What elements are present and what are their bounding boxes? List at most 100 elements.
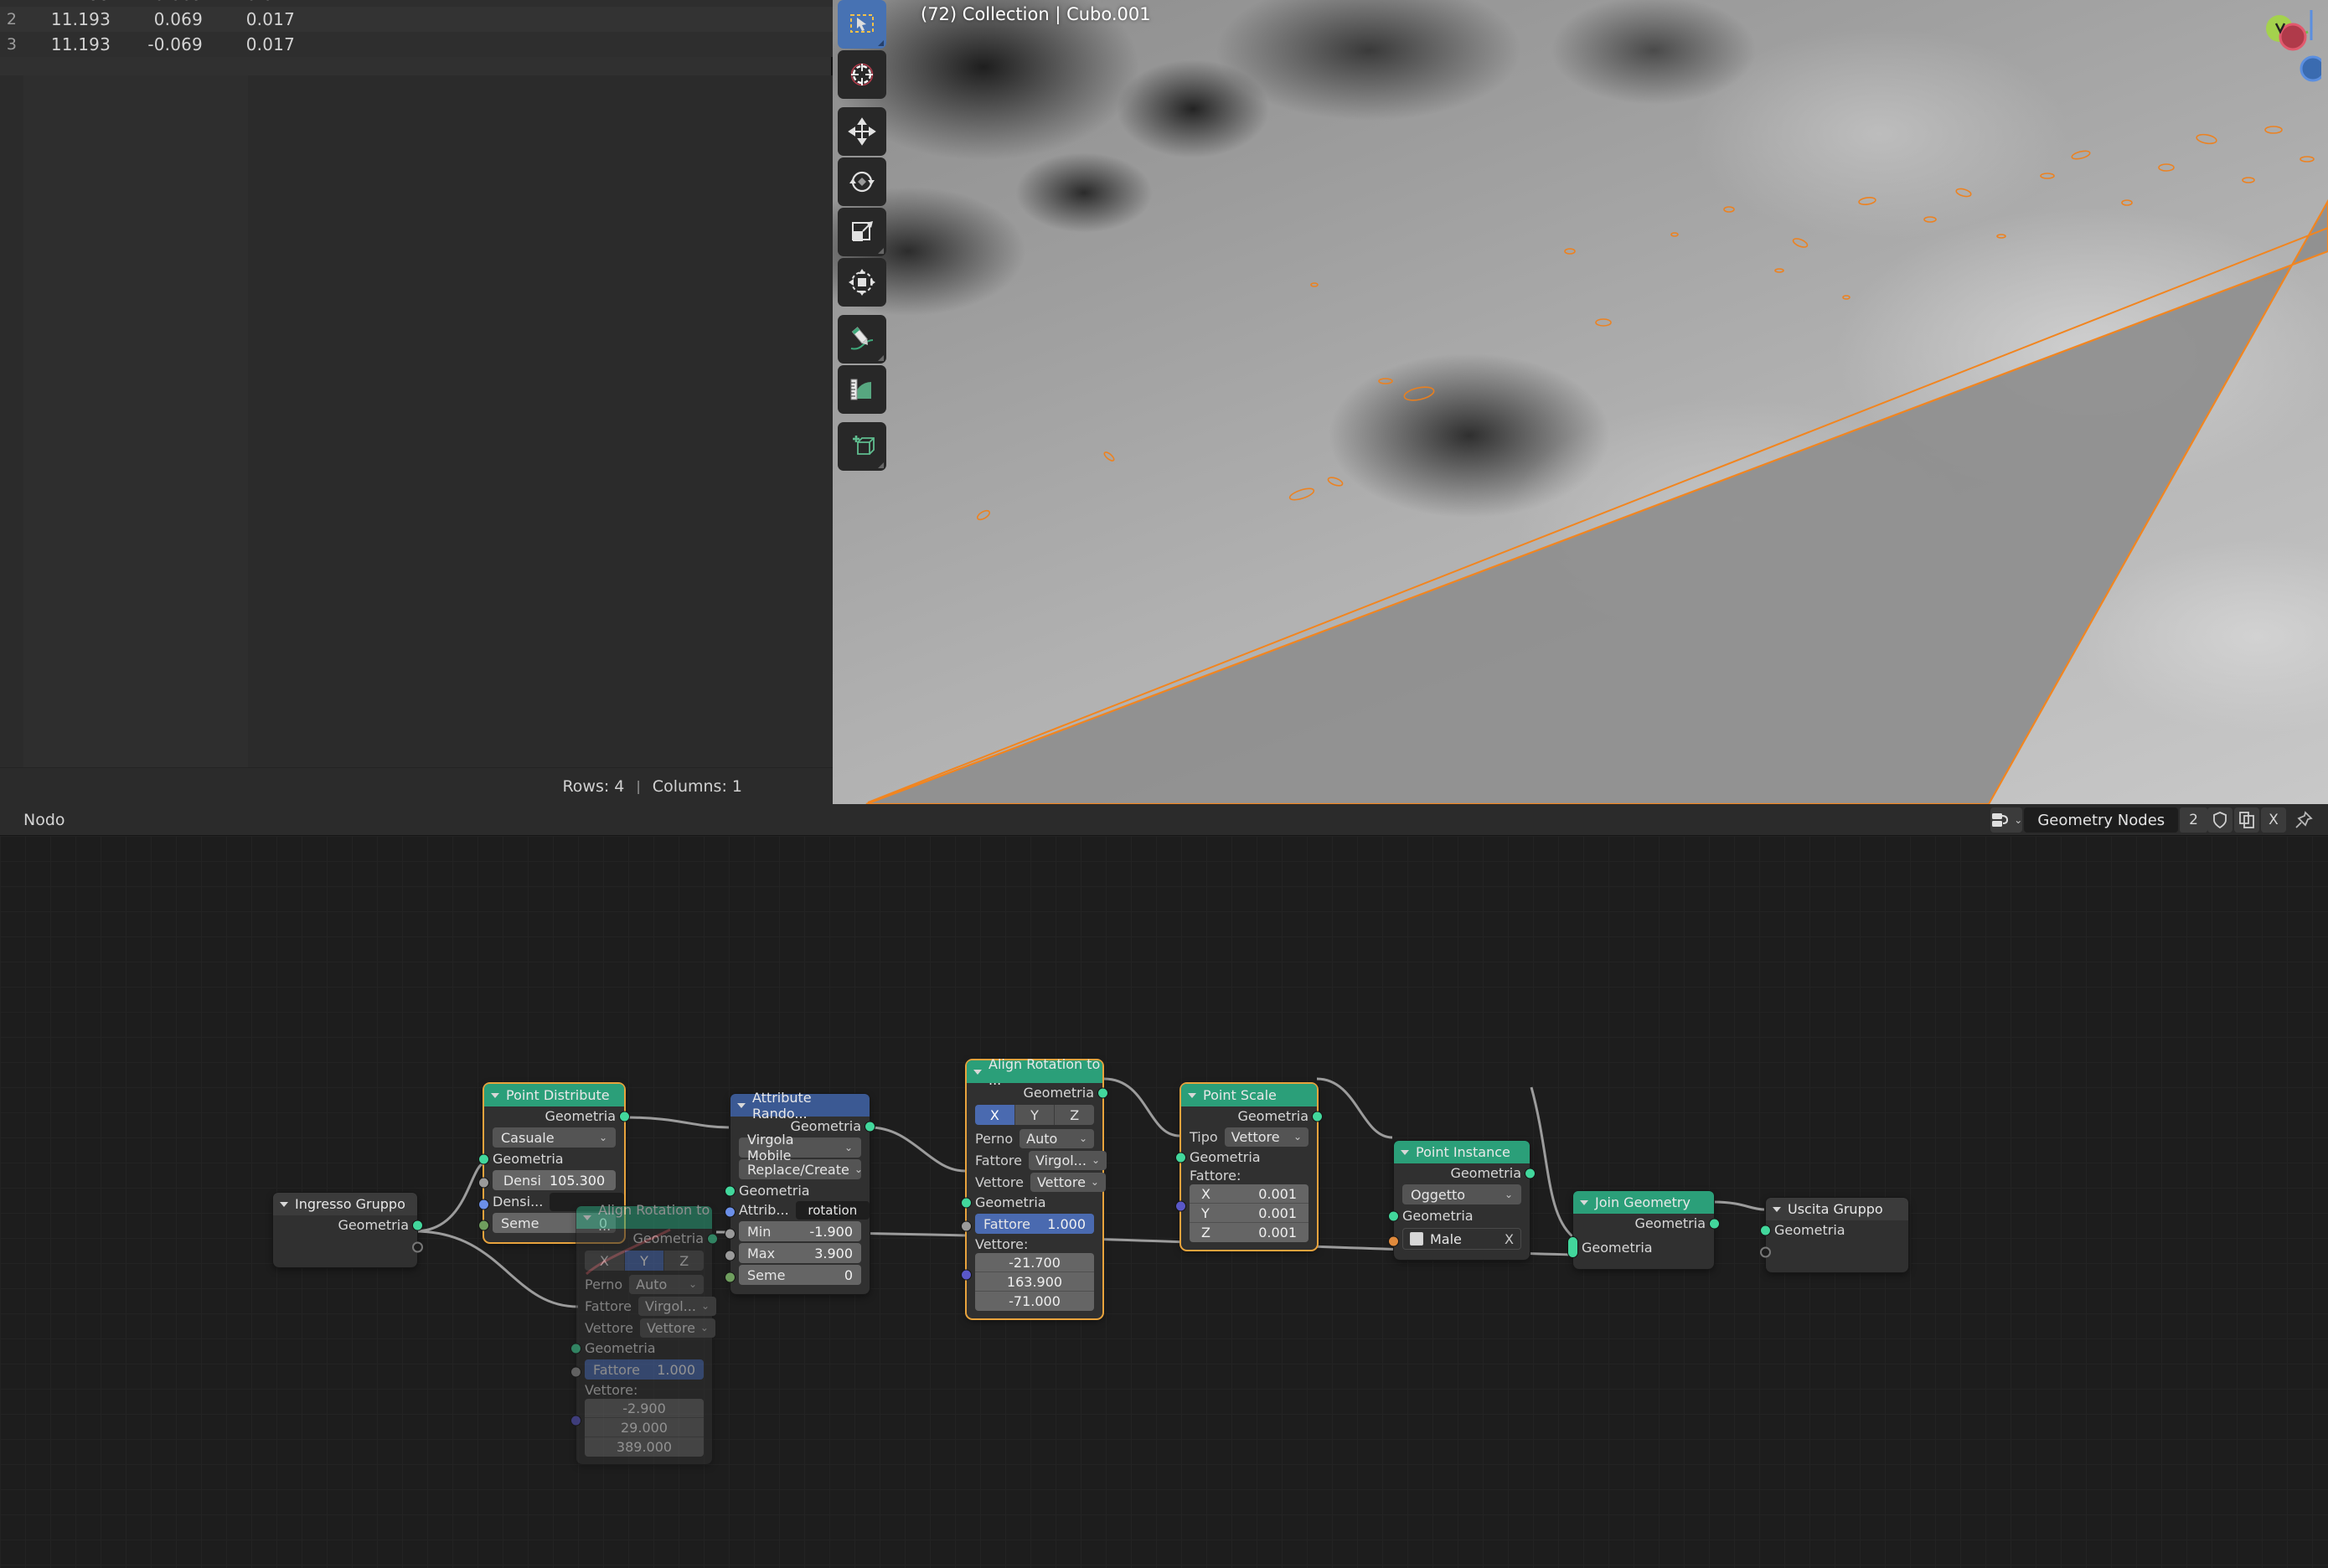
factor-mode-row[interactable]: Fattore Virgol... ⌄	[967, 1149, 1107, 1171]
users-count[interactable]: 2	[2180, 807, 2207, 833]
node-header[interactable]: Align Rotation to ...	[576, 1202, 712, 1234]
socket-max-in[interactable]	[725, 1250, 736, 1261]
node-output-geometry[interactable]: Geometria	[967, 1083, 1108, 1102]
factor-mode-dropdown[interactable]: Virgol... ⌄	[1028, 1150, 1107, 1170]
node-editor[interactable]: Nodo ⌄ Geometry Nodes 2 X Ingresso Grupp…	[0, 804, 2328, 1568]
node-input-geometry[interactable]: Geometria	[725, 1181, 870, 1200]
node-input-geometry[interactable]: Geometria	[961, 1193, 1102, 1212]
axis-x-toggle[interactable]: X	[585, 1251, 625, 1271]
vector-fields[interactable]: -2.900 29.000 389.000	[585, 1399, 704, 1457]
vector-y-field[interactable]: 29.000	[585, 1418, 704, 1437]
collapse-triangle-icon[interactable]	[1401, 1149, 1409, 1155]
type-row[interactable]: Tipo Vettore ⌄	[1181, 1126, 1317, 1148]
data-type-dropdown[interactable]: Virgola Mobile ⌄	[739, 1132, 861, 1163]
add-cube-tool[interactable]	[838, 422, 886, 471]
unlink-datablock-button[interactable]: X	[2261, 807, 2286, 833]
factor-mode-row[interactable]: Fattore Virgol... ⌄	[576, 1295, 716, 1317]
collapse-triangle-icon[interactable]	[1188, 1092, 1196, 1098]
node-input-geometry[interactable]: Geometria	[570, 1338, 712, 1358]
socket-geometry-in[interactable]	[1760, 1225, 1771, 1235]
socket-factor-in[interactable]	[570, 1366, 581, 1378]
measure-tool[interactable]	[838, 365, 886, 414]
node-header[interactable]: Ingresso Gruppo	[273, 1193, 417, 1215]
collapse-triangle-icon[interactable]	[737, 1102, 746, 1108]
axis-y-toggle[interactable]: Y	[624, 1251, 665, 1271]
collapse-triangle-icon[interactable]	[1773, 1206, 1781, 1212]
factor-x-field[interactable]: X 0.001	[1190, 1184, 1309, 1204]
table-row[interactable]: 2 11.193 0.069 0.017	[0, 7, 833, 32]
socket-density-in[interactable]	[478, 1177, 489, 1189]
socket-seed-in[interactable]	[725, 1271, 736, 1283]
type-dropdown[interactable]: Vettore ⌄	[1224, 1127, 1309, 1147]
table-row[interactable]: 3 11.193 -0.069 0.017	[0, 32, 833, 57]
seed-field[interactable]: Seme 0	[739, 1265, 861, 1285]
node-header[interactable]: Attribute Rando...	[730, 1090, 870, 1122]
transform-tool[interactable]	[838, 258, 886, 307]
node-header[interactable]: Point Scale	[1181, 1084, 1317, 1106]
pivot-dropdown[interactable]: Auto ⌄	[1019, 1128, 1094, 1148]
datablock-field[interactable]: Geometry Nodes	[2024, 807, 2179, 833]
vector-fields[interactable]: -21.700 163.900 -71.000	[975, 1253, 1094, 1311]
socket-geometry-in[interactable]	[725, 1185, 736, 1196]
socket-geometry-out[interactable]	[1709, 1218, 1720, 1229]
socket-vector-in[interactable]	[570, 1415, 581, 1426]
vector-x-field[interactable]: -21.700	[975, 1253, 1094, 1272]
menu-nodo[interactable]: Nodo	[23, 811, 65, 829]
scale-tool[interactable]	[838, 208, 886, 256]
socket-geometry-in[interactable]	[478, 1153, 489, 1164]
socket-geometry-out[interactable]	[865, 1121, 875, 1132]
node-join-geometry[interactable]: Join Geometry Geometria Geometria	[1567, 1191, 1720, 1269]
node-output-virtual[interactable]	[273, 1235, 423, 1260]
node-input-geometry-multi[interactable]: Geometria	[1567, 1233, 1714, 1261]
node-input-virtual[interactable]	[1760, 1240, 1908, 1265]
collapse-triangle-icon[interactable]	[280, 1201, 288, 1207]
node-input-geometry[interactable]: Geometria	[1175, 1148, 1317, 1167]
collapse-triangle-icon[interactable]	[973, 1069, 982, 1075]
socket-geometry-out[interactable]	[412, 1220, 423, 1230]
new-datablock-button[interactable]	[2234, 807, 2259, 833]
viewport-toolbar[interactable]	[838, 0, 890, 479]
node-output-geometry[interactable]: Geometria	[273, 1215, 423, 1235]
table-row[interactable]: 1 -11.193 -0.069 0.017	[0, 0, 833, 7]
vector-mode-row[interactable]: Vettore Vettore ⌄	[576, 1317, 715, 1338]
operation-dropdown[interactable]: Replace/Create ⌄	[739, 1159, 863, 1179]
socket-object-in[interactable]	[1388, 1235, 1399, 1247]
socket-seed-in[interactable]	[478, 1220, 489, 1231]
node-point-scale[interactable]: Point Scale Geometria Tipo Vettore ⌄ Geo…	[1175, 1084, 1323, 1250]
object-field[interactable]: Male X	[1402, 1228, 1521, 1250]
socket-virtual-out[interactable]	[412, 1241, 423, 1253]
node-output-geometry[interactable]: Geometria	[1394, 1163, 1536, 1183]
node-ingresso-gruppo[interactable]: Ingresso Gruppo Geometria	[273, 1193, 423, 1267]
node-input-geometry[interactable]: Geometria	[1388, 1206, 1530, 1225]
vector-x-field[interactable]: -2.900	[585, 1399, 704, 1418]
socket-geometry-out[interactable]	[1525, 1168, 1536, 1179]
node-header[interactable]: Point Instance	[1394, 1141, 1530, 1163]
node-output-geometry[interactable]: Geometria	[1181, 1106, 1323, 1126]
socket-geometry-out[interactable]	[1312, 1111, 1323, 1122]
cursor-tool[interactable]	[838, 50, 886, 99]
node-canvas[interactable]: Ingresso Gruppo Geometria Point Distribu…	[0, 836, 2328, 1568]
vector-mode-dropdown[interactable]: Vettore ⌄	[1030, 1172, 1106, 1192]
node-input-geometry[interactable]: Geometria	[478, 1149, 624, 1168]
node-output-geometry[interactable]: Geometria	[484, 1106, 630, 1126]
factor-vector-fields[interactable]: X 0.001 Y 0.001 Z 0.001	[1190, 1184, 1309, 1242]
socket-factor-in[interactable]	[961, 1220, 972, 1232]
vector-mode-dropdown[interactable]: Vettore ⌄	[639, 1318, 715, 1338]
node-attribute-randomize[interactable]: Attribute Rando... Geometria Virgola Mob…	[725, 1090, 875, 1294]
pivot-row[interactable]: Perno Auto ⌄	[576, 1273, 712, 1295]
min-field[interactable]: Min -1.900	[739, 1221, 861, 1241]
instance-source-dropdown[interactable]: Oggetto ⌄	[1402, 1184, 1521, 1204]
vector-z-field[interactable]: -71.000	[975, 1292, 1094, 1311]
socket-vector-in[interactable]	[961, 1269, 972, 1281]
axis-y-toggle[interactable]: Y	[1014, 1105, 1056, 1125]
socket-geometry-in[interactable]	[961, 1197, 972, 1208]
node-header[interactable]: Uscita Gruppo	[1766, 1198, 1908, 1220]
axis-toggle-group[interactable]: X Y Z	[975, 1105, 1094, 1125]
socket-geometry-in[interactable]	[1388, 1210, 1399, 1221]
select-box-tool[interactable]	[838, 0, 886, 49]
fake-user-button[interactable]	[2207, 807, 2233, 833]
factor-mode-dropdown[interactable]: Virgol... ⌄	[637, 1296, 716, 1316]
collapse-triangle-icon[interactable]	[1580, 1199, 1588, 1205]
pivot-row[interactable]: Perno Auto ⌄	[967, 1127, 1102, 1149]
node-point-instance[interactable]: Point Instance Geometria Oggetto ⌄ Geome…	[1388, 1141, 1536, 1260]
